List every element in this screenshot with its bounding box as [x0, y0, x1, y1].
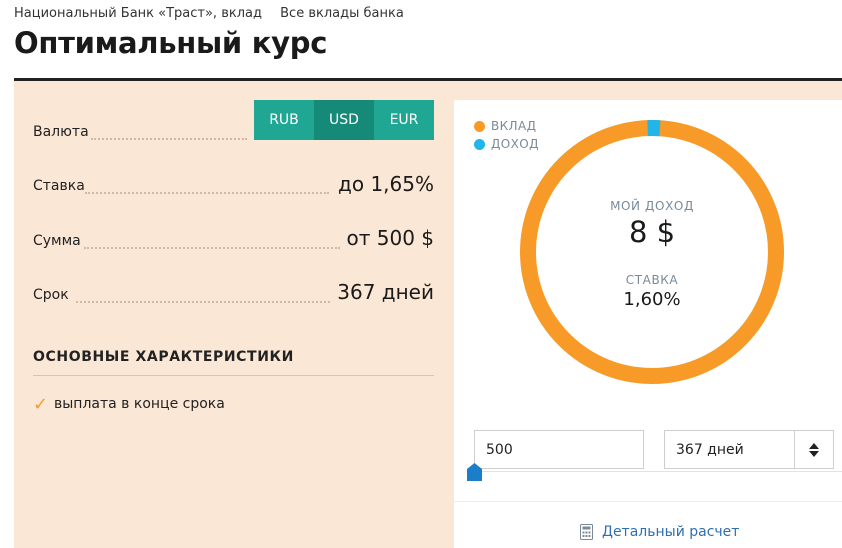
currency-rub-button[interactable]: RUB — [254, 100, 314, 140]
dotted-leader — [76, 301, 330, 303]
income-value: 8 $ — [628, 215, 676, 249]
donut-deposit-segment — [520, 120, 784, 384]
rate-label: Ставка — [33, 178, 85, 194]
updown-icon[interactable] — [794, 431, 833, 468]
amount-slider-track[interactable] — [474, 471, 842, 472]
detailed-calculation-link[interactable]: Детальный расчет — [580, 524, 739, 540]
calculator-icon — [580, 524, 593, 540]
term-select-value: 367 дней — [676, 441, 744, 458]
breadcrumb-bank-link[interactable]: Национальный Банк «Траст», вклад — [14, 6, 262, 21]
updown-icon — [809, 442, 819, 457]
currency-eur-button[interactable]: EUR — [374, 100, 434, 140]
term-label: Срок — [33, 287, 69, 303]
feature-item: выплата в конце срока — [54, 396, 225, 412]
currency-label: Валюта — [33, 124, 89, 140]
check-icon: ✓ — [33, 394, 49, 415]
amount-value: от 500 $ — [346, 226, 435, 250]
features-heading: ОСНОВНЫЕ ХАРАКТЕРИСТИКИ — [33, 349, 294, 365]
dotted-leader — [91, 138, 247, 140]
income-label: МОЙ ДОХОД — [610, 199, 694, 213]
chart-rate-value: 1,60% — [623, 289, 681, 310]
breadcrumb: Национальный Банк «Траст», вклад Все вкл… — [14, 6, 418, 21]
dotted-leader — [85, 192, 329, 194]
page-title: Оптимальный курс — [14, 26, 328, 60]
divider — [33, 375, 434, 376]
term-select[interactable]: 367 дней — [664, 430, 834, 469]
currency-usd-button[interactable]: USD — [314, 100, 374, 140]
legend-dot-icon — [474, 120, 485, 132]
legend-dot-icon — [474, 138, 485, 150]
rate-value: до 1,65% — [338, 172, 434, 196]
divider — [454, 501, 842, 502]
deposit-income-donut — [520, 119, 784, 384]
amount-label: Сумма — [33, 233, 81, 249]
detailed-calculation-label: Детальный расчет — [602, 524, 740, 540]
breadcrumb-all-deposits-link[interactable]: Все вклады банка — [280, 6, 404, 21]
amount-input[interactable]: 500 — [474, 430, 644, 469]
rate-caption: СТАВКА — [625, 273, 679, 287]
dotted-leader — [84, 247, 340, 249]
amount-slider-handle[interactable] — [467, 463, 482, 481]
term-value: 367 дней — [337, 280, 434, 304]
